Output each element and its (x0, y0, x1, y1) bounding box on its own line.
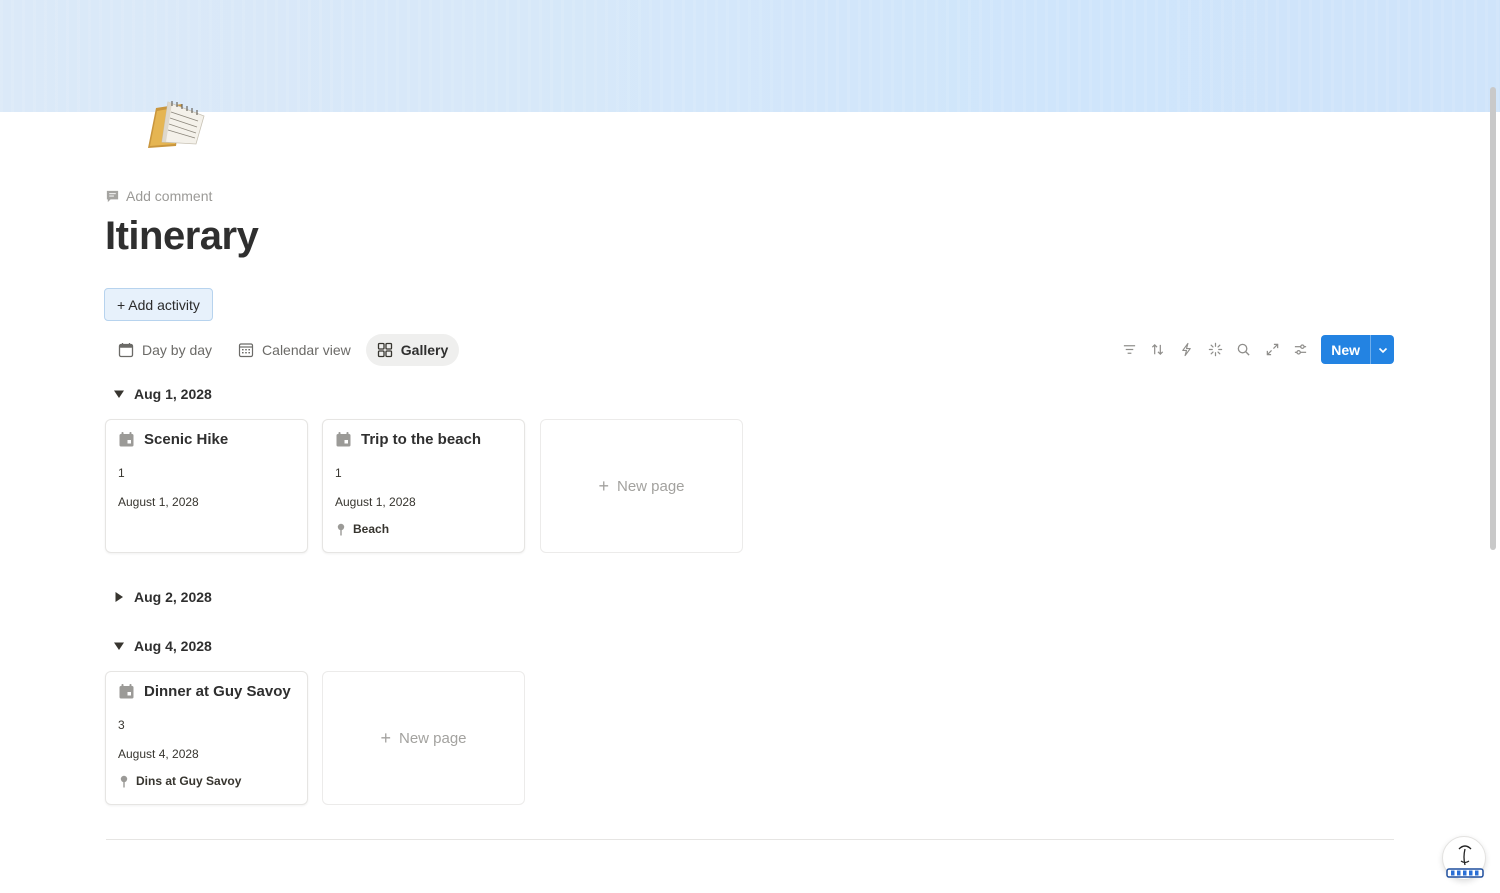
ai-button[interactable] (1201, 336, 1230, 364)
calendar-page-icon[interactable] (142, 100, 208, 154)
view-settings-button[interactable] (1287, 336, 1316, 364)
card-title-text: Trip to the beach (361, 431, 482, 448)
page-cover[interactable] (0, 0, 1500, 112)
card-date: August 4, 2028 (118, 747, 199, 761)
new-dropdown-button[interactable] (1370, 335, 1394, 364)
new-page-label: New page (398, 729, 467, 747)
settings-sliders-icon (1295, 344, 1307, 355)
view-tabs: Day by day Calendar view Gallery (107, 333, 460, 366)
gallery-card-dinner-at-guy-savoy[interactable]: Dinner at Guy Savoy 3 August 4, 2028 Din… (105, 671, 308, 805)
add-comment-button[interactable]: Add comment (105, 186, 212, 206)
new-button[interactable]: New (1321, 335, 1370, 364)
triangle-down-icon (112, 387, 126, 401)
help-avatar-button[interactable] (1442, 836, 1486, 880)
search-button[interactable] (1229, 336, 1258, 364)
database-toolbar: New (1115, 335, 1394, 364)
group-label: Aug 1, 2028 (134, 386, 212, 402)
card-day: 1 (118, 466, 125, 480)
group-label: Aug 4, 2028 (134, 638, 212, 654)
group-header-aug-1[interactable]: Aug 1, 2028 (112, 384, 212, 404)
card-title-text: Dinner at Guy Savoy (144, 683, 291, 700)
group-label: Aug 2, 2028 (134, 589, 212, 605)
new-page-card[interactable]: + New page (322, 671, 525, 805)
sort-icon (1152, 343, 1164, 356)
card-title: Scenic Hike (118, 431, 228, 448)
new-page-label: New page (616, 477, 685, 495)
automation-button[interactable] (1172, 336, 1201, 364)
calendar-icon (119, 432, 134, 447)
plus-icon: + (380, 728, 391, 748)
sort-button[interactable] (1144, 336, 1173, 364)
page-title[interactable]: Itinerary (105, 214, 259, 259)
add-activity-button[interactable]: + Add activity (104, 288, 213, 321)
card-day: 1 (335, 466, 342, 480)
gallery-card-trip-to-the-beach[interactable]: Trip to the beach 1 August 1, 2028 Beach (322, 419, 525, 553)
tab-gallery[interactable]: Gallery (365, 333, 460, 366)
plus-icon: + (598, 476, 609, 496)
triangle-right-icon (112, 590, 126, 604)
section-divider (106, 839, 1394, 840)
expand-button[interactable] (1258, 336, 1287, 364)
vertical-scrollbar[interactable] (1490, 87, 1496, 550)
pin-icon (120, 775, 128, 787)
calendar-icon (118, 342, 134, 357)
card-title: Dinner at Guy Savoy (118, 683, 291, 700)
group-header-aug-2[interactable]: Aug 2, 2028 (112, 587, 212, 607)
gallery-card-scenic-hike[interactable]: Scenic Hike 1 August 1, 2028 (105, 419, 308, 553)
calendar-icon (119, 684, 134, 699)
card-location: Beach (335, 522, 389, 536)
chevron-down-icon (1378, 347, 1387, 353)
filter-button[interactable] (1115, 336, 1144, 364)
add-comment-label: Add comment (126, 188, 213, 204)
search-icon (1237, 343, 1250, 356)
card-day: 3 (118, 718, 125, 732)
card-title: Trip to the beach (335, 431, 481, 448)
card-location: Dins at Guy Savoy (118, 774, 241, 788)
tab-label: Day by day (142, 341, 213, 358)
tab-day-by-day[interactable]: Day by day (107, 334, 223, 366)
filter-icon (1123, 345, 1135, 354)
notion-avatar-icon (1446, 845, 1484, 878)
group-header-aug-4[interactable]: Aug 4, 2028 (112, 636, 212, 656)
card-location-text: Dins at Guy Savoy (136, 774, 242, 788)
gallery-icon (377, 342, 392, 357)
calendar-grid-icon (238, 342, 254, 357)
tab-label: Gallery (400, 341, 449, 358)
sparkle-icon (1208, 342, 1222, 357)
triangle-down-icon (112, 639, 126, 653)
lightning-icon (1182, 342, 1191, 357)
pin-icon (337, 523, 345, 535)
expand-icon (1266, 343, 1279, 356)
tab-calendar-view[interactable]: Calendar view (227, 334, 362, 366)
new-button-group: New (1321, 335, 1394, 364)
tab-label: Calendar view (262, 341, 351, 358)
card-date: August 1, 2028 (335, 495, 416, 509)
new-page-card[interactable]: + New page (540, 419, 743, 553)
calendar-icon (336, 432, 351, 447)
card-location-text: Beach (353, 522, 390, 536)
card-date: August 1, 2028 (118, 495, 199, 509)
card-title-text: Scenic Hike (144, 431, 229, 448)
comment-icon (106, 190, 119, 202)
